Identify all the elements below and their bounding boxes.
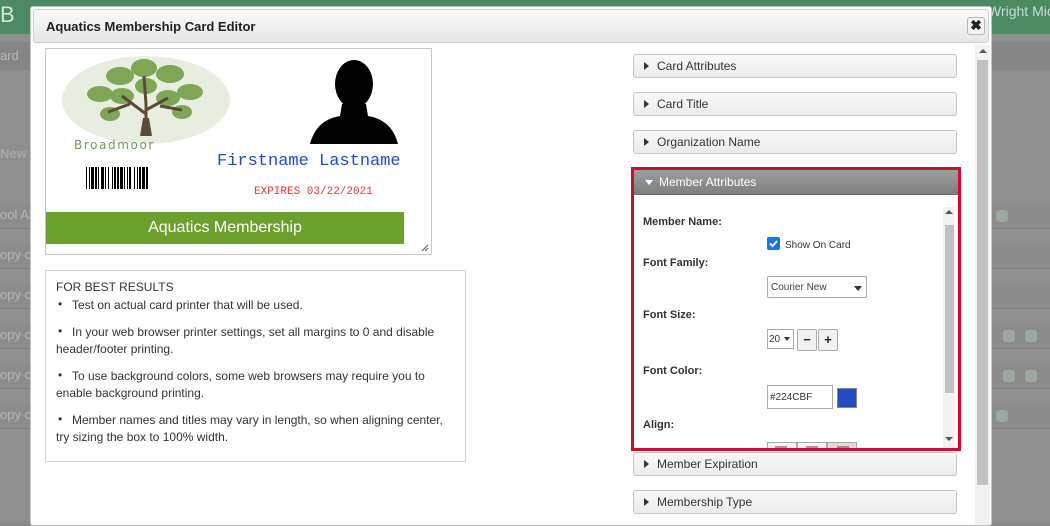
section-membership-type[interactable]: Membership Type — [633, 490, 957, 514]
tip-text: To use background colors, some web brows… — [56, 369, 425, 400]
font-size-select[interactable]: 20 — [767, 329, 794, 349]
dialog-scrollbar[interactable] — [975, 45, 990, 525]
member-name-label: Member Name: — [643, 216, 722, 228]
section-card-title[interactable]: Card Title — [633, 92, 957, 116]
section-organization-name[interactable]: Organization Name — [633, 130, 957, 154]
section-label: Member Expiration — [657, 457, 758, 471]
section-member-expiration[interactable]: Member Expiration — [633, 452, 957, 476]
app-title: B — [0, 2, 15, 27]
section-label: Membership Type — [657, 495, 753, 509]
font-family-value: Courier New — [771, 282, 827, 293]
font-size-decrement-button[interactable]: − — [797, 329, 817, 351]
nav-item[interactable]: ard — [0, 48, 19, 63]
align-right-icon — [837, 446, 849, 448]
org-name: Broadmoor — [74, 138, 155, 152]
bullet: • — [58, 368, 63, 382]
tip-text: In your web browser printer settings, se… — [56, 325, 435, 356]
section-label: Card Attributes — [657, 59, 737, 73]
font-color-value: #224CBF — [770, 392, 813, 403]
align-label: Align: — [643, 419, 675, 431]
font-family-label: Font Family: — [643, 257, 709, 269]
tips-box: FOR BEST RESULTS • Test on actual card p… — [45, 270, 466, 462]
font-size-increment-button[interactable]: + — [818, 329, 838, 351]
edit-icon[interactable] — [996, 210, 1008, 222]
section-card-attributes[interactable]: Card Attributes — [633, 54, 957, 78]
scroll-down-icon[interactable] — [945, 437, 953, 441]
caret-right-icon — [644, 138, 649, 146]
align-center-icon — [806, 446, 818, 448]
bullet: • — [58, 324, 63, 338]
member-attributes-body: Member Name: Show On Card Font Family: C… — [634, 195, 958, 448]
tip-item: • Member names and titles may vary in le… — [56, 412, 456, 446]
user-name[interactable]: Wright Mic — [988, 3, 1050, 19]
font-family-select[interactable]: Courier New — [767, 276, 867, 298]
bullet: • — [58, 412, 63, 426]
bullet: • — [58, 297, 63, 311]
font-color-input[interactable]: #224CBF — [767, 385, 833, 409]
close-button[interactable]: ✖ — [967, 17, 985, 35]
card-editor-dialog: Aquatics Membership Card Editor ✖ Broadm… — [30, 6, 992, 526]
member-name[interactable]: Firstname Lastname — [217, 152, 401, 171]
caret-right-icon — [644, 460, 649, 468]
member-photo-placeholder-icon — [310, 60, 398, 144]
scroll-up-icon[interactable] — [945, 210, 953, 214]
caret-right-icon — [644, 62, 649, 70]
tip-item: • Test on actual card printer that will … — [56, 297, 456, 314]
show-on-card-label[interactable]: Show On Card — [785, 240, 851, 251]
scroll-up-icon[interactable] — [979, 49, 987, 53]
section-label: Member Attributes — [659, 175, 757, 189]
caret-right-icon — [644, 100, 649, 108]
font-size-label: Font Size: — [643, 309, 696, 321]
dialog-title: Aquatics Membership Card Editor — [46, 19, 256, 34]
font-size-value: 20 — [769, 334, 781, 345]
tag-icon[interactable] — [1003, 370, 1015, 382]
panel-scroll-thumb[interactable] — [945, 225, 954, 393]
align-center-button[interactable] — [797, 442, 827, 448]
align-left-icon — [775, 446, 787, 448]
tip-text: Member names and titles may vary in leng… — [56, 413, 443, 444]
tag-icon[interactable] — [1025, 370, 1037, 382]
section-member-attributes[interactable]: Member Attributes — [634, 170, 958, 195]
panel-scrollbar[interactable] — [943, 207, 955, 448]
tag-icon[interactable] — [1025, 330, 1037, 342]
dialog-scroll-thumb[interactable] — [977, 60, 988, 485]
section-label: Card Title — [657, 97, 709, 111]
expiration-date[interactable]: EXPIRES 03/22/2021 — [254, 186, 373, 198]
caret-right-icon — [644, 498, 649, 506]
card-title: Aquatics Membership — [148, 219, 302, 236]
card-preview: Broadmoor Firstname Lastname EXPIRES 03/… — [45, 48, 432, 255]
caret-down-icon — [645, 180, 653, 185]
row-text: ool Al — [0, 207, 32, 222]
dialog-header: Aquatics Membership Card Editor ✖ — [33, 9, 989, 43]
color-picker-button[interactable] — [837, 388, 857, 408]
tip-item: • In your web browser printer settings, … — [56, 324, 456, 358]
font-color-label: Font Color: — [643, 365, 703, 377]
tag-icon[interactable] — [1003, 330, 1015, 342]
checkmark-icon — [769, 240, 778, 248]
align-right-button[interactable] — [827, 442, 857, 448]
resize-grip-icon[interactable] — [421, 244, 429, 252]
tips-heading: FOR BEST RESULTS — [56, 280, 174, 294]
tip-item: • To use background colors, some web bro… — [56, 368, 456, 402]
align-left-button[interactable] — [767, 442, 797, 448]
edit-icon[interactable] — [996, 410, 1008, 422]
caret-down-icon — [784, 337, 790, 341]
caret-down-icon — [854, 286, 862, 291]
card-title-bar[interactable]: Aquatics Membership — [46, 212, 404, 244]
member-attributes-panel: Member Attributes Member Name: Show On C… — [631, 167, 961, 451]
barcode-icon — [86, 167, 148, 189]
tip-text: Test on actual card printer that will be… — [72, 298, 303, 312]
show-on-card-checkbox[interactable] — [767, 237, 780, 250]
section-label: Organization Name — [657, 135, 761, 149]
